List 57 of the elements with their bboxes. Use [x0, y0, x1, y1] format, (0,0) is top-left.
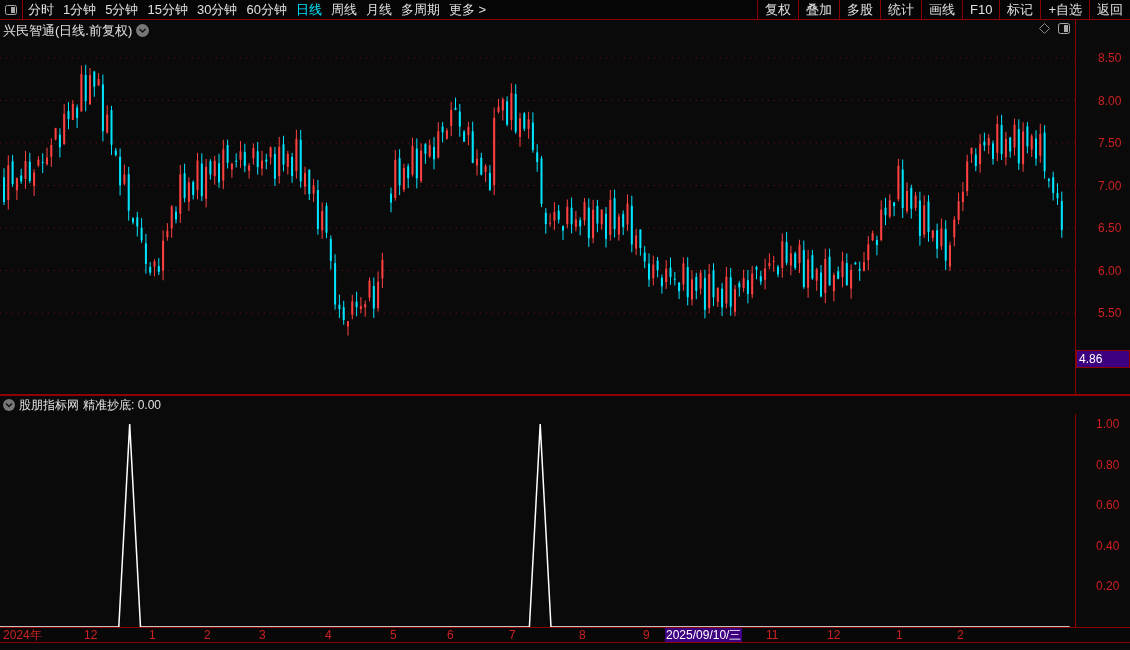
time-axis-label: 2024年 — [2, 628, 43, 642]
axis-label: 7.50 — [1098, 137, 1122, 149]
toolbar-button[interactable]: 返回 — [1089, 0, 1130, 19]
toolbar-button[interactable]: 统计 — [880, 0, 921, 19]
time-axis-label: 7 — [508, 628, 517, 642]
time-axis-label: 11 — [765, 628, 780, 642]
axis-label: 5.50 — [1098, 307, 1122, 319]
axis-label: 6.00 — [1098, 264, 1122, 277]
time-axis-label: 2 — [956, 628, 965, 642]
toolbar-button[interactable]: 标记 — [999, 0, 1041, 19]
dropdown-icon[interactable] — [136, 24, 150, 38]
time-axis-label: 1 — [895, 628, 904, 642]
axis-label: 6.50 — [1098, 222, 1122, 234]
price-marker: 4.86 — [1076, 350, 1130, 368]
axis-label: 0.20 — [1096, 580, 1120, 593]
toolbar-button[interactable]: 多股 — [839, 0, 880, 19]
toolbar-button[interactable]: 叠加 — [798, 0, 839, 19]
period-tab[interactable]: 周线 — [330, 0, 357, 20]
axis-label: 1.00 — [1096, 418, 1120, 431]
panel-toggle-icon[interactable] — [5, 4, 17, 15]
time-axis-label: 12 — [83, 628, 99, 642]
diamond-icon[interactable] — [1039, 23, 1050, 34]
axis-label: 0.40 — [1096, 539, 1120, 552]
time-axis-label: 8 — [578, 628, 587, 642]
time-axis-label: 6 — [446, 628, 455, 642]
axis-label: 7.00 — [1098, 179, 1122, 192]
time-axis-label: 2025/09/10/三 — [665, 628, 743, 642]
toolbar-button[interactable]: F10 — [962, 0, 1000, 19]
axis-label: 8.00 — [1098, 94, 1122, 107]
time-axis-label: 5 — [389, 628, 398, 642]
toolbar-button[interactable]: 画线 — [921, 0, 962, 19]
more-button[interactable]: 更多 > — [448, 0, 487, 20]
period-tab[interactable]: 15分钟 — [147, 0, 188, 20]
axis-label: 8.50 — [1098, 52, 1122, 64]
toolbar-button[interactable]: +自选 — [1040, 0, 1089, 19]
period-tab[interactable]: 5分钟 — [105, 0, 139, 20]
indicator-name: 股朋指标网 — [19, 397, 79, 414]
time-axis-label: 4 — [324, 628, 333, 642]
chart-title: 兴民智通(日线.前复权) — [3, 22, 133, 40]
dropdown-icon[interactable] — [3, 399, 15, 411]
period-tab[interactable]: 多周期 — [400, 0, 440, 20]
panel-toggle-icon[interactable] — [1058, 23, 1070, 34]
period-tab[interactable]: 60分钟 — [246, 0, 287, 20]
time-axis-label: 12 — [826, 628, 842, 642]
toolbar-button[interactable]: 复权 — [757, 0, 798, 19]
time-axis-label: 2 — [203, 628, 212, 642]
period-tab[interactable]: 30分钟 — [196, 0, 238, 20]
time-axis-label: 3 — [258, 628, 267, 642]
time-axis-label: 1 — [148, 628, 157, 642]
indicator-reading: 精准抄底: 0.00 — [83, 397, 162, 414]
period-tab[interactable]: 1分钟 — [63, 0, 97, 20]
time-axis-label: 9 — [642, 628, 651, 642]
period-tab[interactable]: 分时 — [28, 0, 54, 20]
axis-label: 0.80 — [1096, 458, 1120, 471]
axis-label: 0.60 — [1096, 499, 1120, 512]
period-tab[interactable]: 月线 — [365, 0, 392, 20]
period-tab[interactable]: 日线 — [295, 0, 322, 20]
